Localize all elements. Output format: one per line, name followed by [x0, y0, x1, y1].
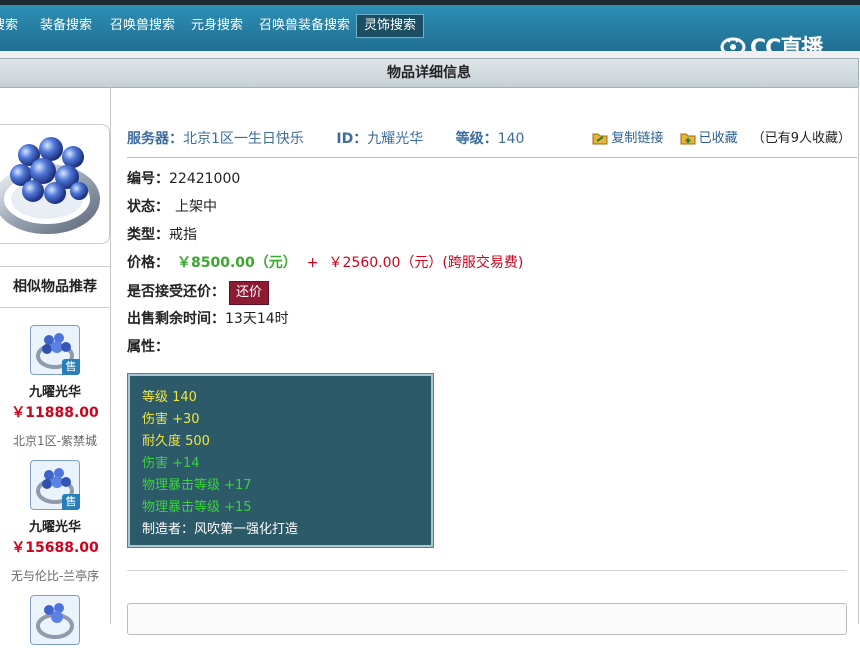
recommend-name[interactable]: 九曜光华: [0, 381, 110, 400]
remaining-time-value: 13天14时: [225, 311, 289, 327]
recommend-name[interactable]: 九曜光华: [0, 516, 110, 535]
server-value: 北京1区一生日快乐: [183, 131, 304, 147]
id-label: ID：: [336, 131, 368, 147]
type-field: 类型：戒指: [127, 227, 197, 243]
tab-search[interactable]: 搜索: [0, 15, 18, 37]
divider: [127, 570, 847, 571]
description-box: [127, 603, 847, 635]
item-actions: 复制链接 已收藏 （已有9人收藏）: [580, 128, 851, 150]
status-value: 上架中: [175, 199, 217, 215]
item-image: [0, 124, 110, 244]
type-value: 戒指: [169, 227, 197, 243]
price-plus: +: [306, 255, 319, 271]
for-sale-badge: 售: [62, 359, 80, 375]
sidebar-divider: [110, 87, 111, 624]
attribute-line: 伤害 +14: [142, 456, 200, 471]
serial-field: 编号：22421000: [127, 171, 241, 187]
recommend-price: ￥11888.00: [11, 405, 99, 421]
recommend-item[interactable]: 售 九曜光华 ￥15688.00 无与伦比-兰亭序: [0, 460, 110, 584]
attribute-line: 等级 140: [142, 390, 197, 405]
recommend-thumbnail[interactable]: 售: [30, 460, 80, 510]
cross-server-fee: ￥2560.00（元）(跨服交易费): [328, 255, 524, 271]
favorite-count: （已有9人收藏）: [751, 131, 851, 146]
level-label: 等级：: [455, 131, 498, 147]
attribute-line: 物理暴击等级 +17: [142, 478, 252, 493]
ring-icon: [36, 603, 74, 639]
divider: [127, 157, 857, 158]
recommend-thumbnail[interactable]: 售: [30, 325, 80, 375]
server-label: 服务器：: [127, 131, 183, 147]
folder-link-icon: [592, 133, 608, 145]
right-border: [858, 87, 859, 624]
price-main: ￥8500.00（元）: [177, 255, 297, 271]
attribute-line: 耐久度 500: [142, 434, 210, 449]
tab-summon-equipment-search[interactable]: 召唤兽装备搜索: [259, 15, 350, 37]
tab-summon-search[interactable]: 召唤兽搜索: [110, 15, 175, 37]
attribute-panel: 等级 140 伤害 +30 耐久度 500 伤害 +14 物理暴击等级 +17 …: [127, 373, 434, 548]
attribute-line: 制造者：风吹第一强化打造: [142, 522, 299, 537]
recommend-item[interactable]: 售 九曜光华 ￥11888.00 北京1区-紫禁城: [0, 325, 110, 449]
ring-icon: [0, 137, 100, 234]
attributes-label: 属性：: [127, 339, 169, 355]
tab-yuanshen-search[interactable]: 元身搜索: [191, 15, 243, 37]
copy-link-button[interactable]: 复制链接: [592, 131, 667, 146]
recommend-item[interactable]: [0, 595, 110, 645]
folder-add-icon: [680, 133, 696, 145]
serial-value: 22421000: [169, 171, 241, 187]
tab-accessory-search[interactable]: 灵饰搜索: [356, 14, 425, 38]
attribute-line: 伤害 +30: [142, 412, 200, 427]
recommend-price: ￥15688.00: [11, 540, 99, 556]
status-field: 状态： 上架中: [127, 199, 217, 215]
price-field: 价格： ￥8500.00（元） + ￥2560.00（元）(跨服交易费): [127, 255, 524, 271]
haggle-button[interactable]: 还价: [229, 281, 270, 305]
attribute-line: 物理暴击等级 +15: [142, 500, 252, 515]
level-value: 140: [497, 131, 525, 147]
tab-equipment-search[interactable]: 装备搜索: [40, 15, 92, 37]
recommend-server: 北京1区-紫禁城: [13, 434, 97, 448]
recommend-thumbnail[interactable]: [30, 595, 80, 645]
id-value: 九耀光华: [367, 131, 424, 147]
favorite-button[interactable]: 已收藏: [680, 131, 742, 146]
remaining-time-field: 出售剩余时间：13天14时: [127, 311, 289, 327]
for-sale-badge: 售: [62, 494, 80, 510]
haggle-field: 是否接受还价： 还价: [127, 281, 270, 305]
page-title: 物品详细信息: [0, 58, 859, 88]
item-info-row: 服务器：北京1区一生日快乐 ID：九耀光华 等级：140 复制链接 已收藏 （已…: [127, 128, 857, 150]
similar-items-title: 相似物品推荐: [0, 266, 110, 308]
recommend-server: 无与伦比-兰亭序: [10, 569, 100, 583]
